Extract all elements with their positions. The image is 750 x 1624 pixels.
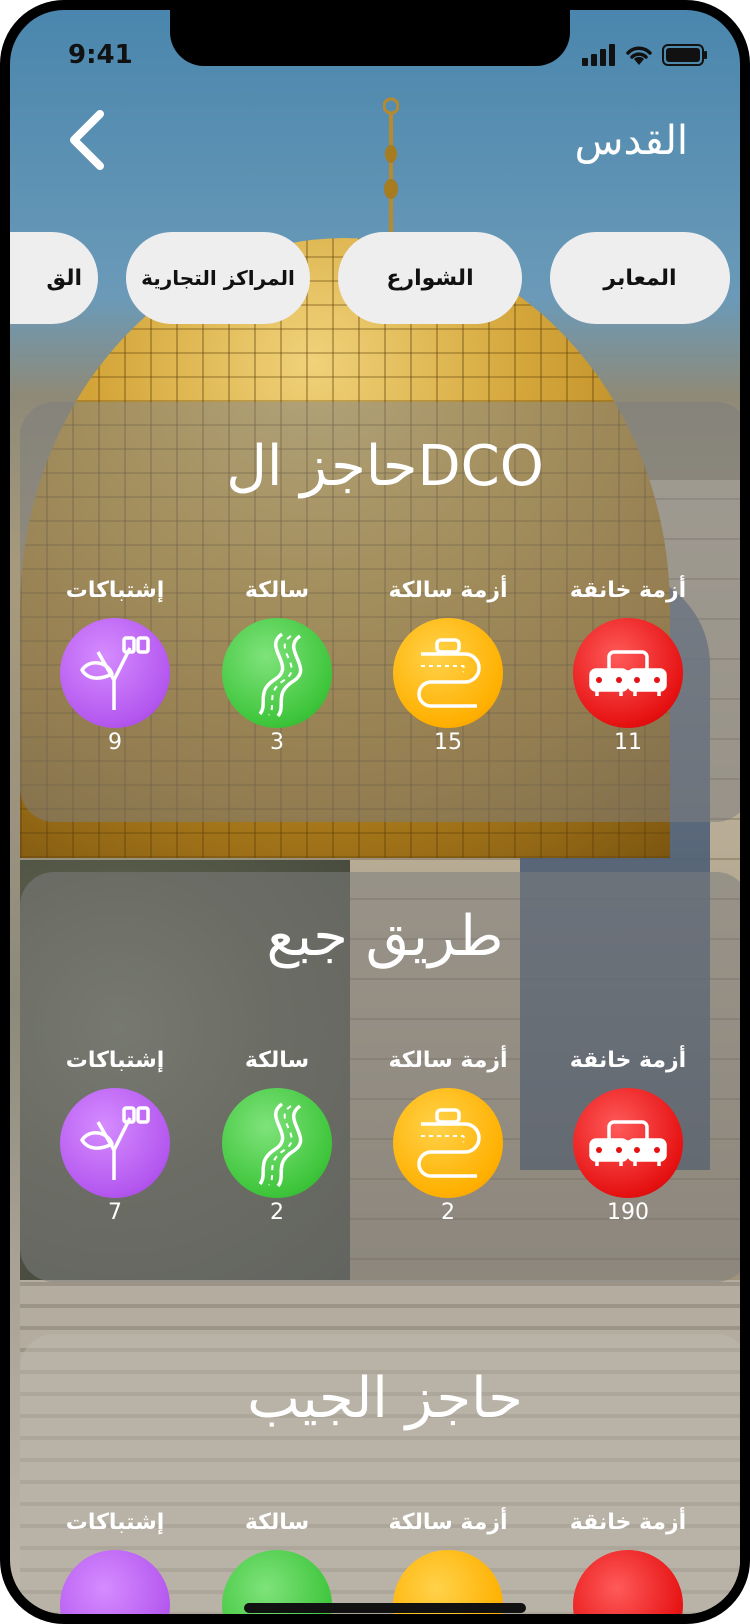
open-road-icon (222, 618, 332, 728)
stat-label: أزمة سالكة (388, 578, 508, 603)
stat-label: أزمة خانقة (569, 578, 687, 603)
device-notch (170, 10, 570, 66)
phone-frame: 9:41 القدس المعابر الشوارع المراكز التجا… (0, 0, 750, 1624)
stat-value: 11 (614, 730, 642, 755)
dome-spire (383, 97, 399, 234)
status-time: 9:41 (68, 40, 133, 70)
stat-clear[interactable]: سالكة 3 (192, 578, 362, 755)
stat-severe[interactable]: أزمة خانقة 190 (543, 1048, 713, 1225)
stat-label: أزمة خانقة (569, 1048, 687, 1073)
stat-value: 2 (270, 1200, 284, 1225)
stat-severe[interactable]: أزمة خانقة 11 (543, 578, 713, 755)
winding-road-car-icon (393, 618, 503, 728)
stat-clashes[interactable]: إشتباكات 7 (30, 1048, 200, 1225)
home-indicator[interactable] (244, 1603, 526, 1613)
stat-moderate[interactable]: أزمة سالكة 15 (363, 578, 533, 755)
stat-clashes[interactable]: إشتباكات 9 (30, 578, 200, 755)
tab-partial[interactable]: الق (10, 232, 98, 324)
location-card[interactable]: حاجز الDCO أزمة خانقة 11 أزمة سالكة 15 س… (20, 402, 740, 822)
tab-crossings[interactable]: المعابر (550, 232, 730, 324)
stat-label: إشتباكات (65, 578, 165, 603)
stat-value: 7 (108, 1200, 122, 1225)
stat-label: سالكة (244, 578, 310, 603)
slingshot-icon (60, 618, 170, 728)
stat-label: سالكة (244, 1048, 310, 1073)
stat-value: 9 (108, 730, 122, 755)
status-icons (582, 44, 708, 66)
stat-label: إشتباكات (65, 1048, 165, 1073)
stat-value: 3 (270, 730, 284, 755)
tab-streets[interactable]: الشوارع (338, 232, 522, 324)
stat-clear[interactable]: سالكة 2 (192, 1048, 362, 1225)
stat-value: 15 (434, 730, 462, 755)
winding-road-car-icon (393, 1088, 503, 1198)
stat-moderate[interactable]: أزمة سالكة 2 (363, 1048, 533, 1225)
location-name: حاجز الجيب (247, 1366, 523, 1431)
open-road-icon (222, 1088, 332, 1198)
location-card[interactable]: حاجز الجيب أزمة خانقة أزمة سالكة سالكة إ… (20, 1334, 740, 1614)
battery-icon (662, 44, 707, 66)
cellular-signal-icon (582, 44, 615, 66)
stat-label: سالكة (244, 1510, 310, 1535)
stat-clashes[interactable]: إشتباكات (30, 1510, 200, 1614)
location-card[interactable]: طريق جبع أزمة خانقة 190 أزمة سالكة 2 سال… (20, 872, 740, 1282)
wifi-icon (626, 46, 652, 65)
page-title: القدس (574, 118, 688, 164)
stat-label: أزمة سالكة (388, 1510, 508, 1535)
stat-severe[interactable]: أزمة خانقة (543, 1510, 713, 1614)
category-tabs: المعابر الشوارع المراكز التجارية الق (10, 232, 740, 324)
stat-label: أزمة خانقة (569, 1510, 687, 1535)
location-name: حاجز الDCO (226, 434, 544, 499)
slingshot-icon (60, 1088, 170, 1198)
traffic-jam-cars-icon (573, 1550, 683, 1614)
stat-value: 190 (607, 1200, 649, 1225)
back-button[interactable] (62, 108, 112, 172)
stat-label: أزمة سالكة (388, 1048, 508, 1073)
stat-label: إشتباكات (65, 1510, 165, 1535)
traffic-jam-cars-icon (573, 1088, 683, 1198)
tab-shopping-centers[interactable]: المراكز التجارية (126, 232, 310, 324)
slingshot-icon (60, 1550, 170, 1614)
stat-value: 2 (441, 1200, 455, 1225)
location-name: طريق جبع (266, 904, 504, 969)
traffic-jam-cars-icon (573, 618, 683, 728)
